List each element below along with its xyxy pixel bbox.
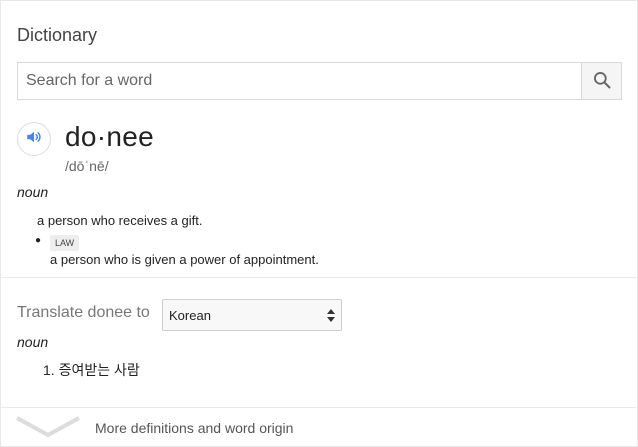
- search-icon: [592, 70, 612, 93]
- divider: [1, 277, 638, 278]
- pronunciation-button[interactable]: [17, 122, 51, 156]
- domain-tag: LAW: [50, 235, 80, 251]
- divider: [1, 407, 638, 408]
- dictionary-title: Dictionary: [17, 25, 98, 45]
- list-bullet: ●: [35, 235, 42, 246]
- search-button[interactable]: [581, 63, 621, 99]
- more-definitions-link[interactable]: More definitions and word origin: [95, 420, 293, 436]
- definition-1: a person who receives a gift.: [37, 213, 203, 228]
- translation-part-of-speech: noun: [17, 334, 49, 350]
- translate-label: Translate donee to: [17, 304, 150, 321]
- language-select[interactable]: Korean: [162, 299, 342, 331]
- select-arrows-icon: [327, 309, 335, 325]
- chevron-down-icon[interactable]: [15, 415, 81, 444]
- headword: do·nee: [65, 121, 154, 152]
- part-of-speech: noun: [17, 184, 49, 200]
- speaker-icon: [25, 128, 43, 151]
- language-select-value: Korean: [169, 307, 211, 323]
- dictionary-card: Dictionary do·nee /dōˈnē/ noun a person …: [0, 0, 638, 447]
- definition-2: a person who is given a power of appoint…: [50, 252, 319, 267]
- translation-item: 1. 증여받는 사람: [43, 362, 140, 378]
- phonetic: /dōˈnē/: [65, 158, 109, 174]
- search-box: [17, 62, 622, 100]
- search-input[interactable]: [18, 63, 581, 99]
